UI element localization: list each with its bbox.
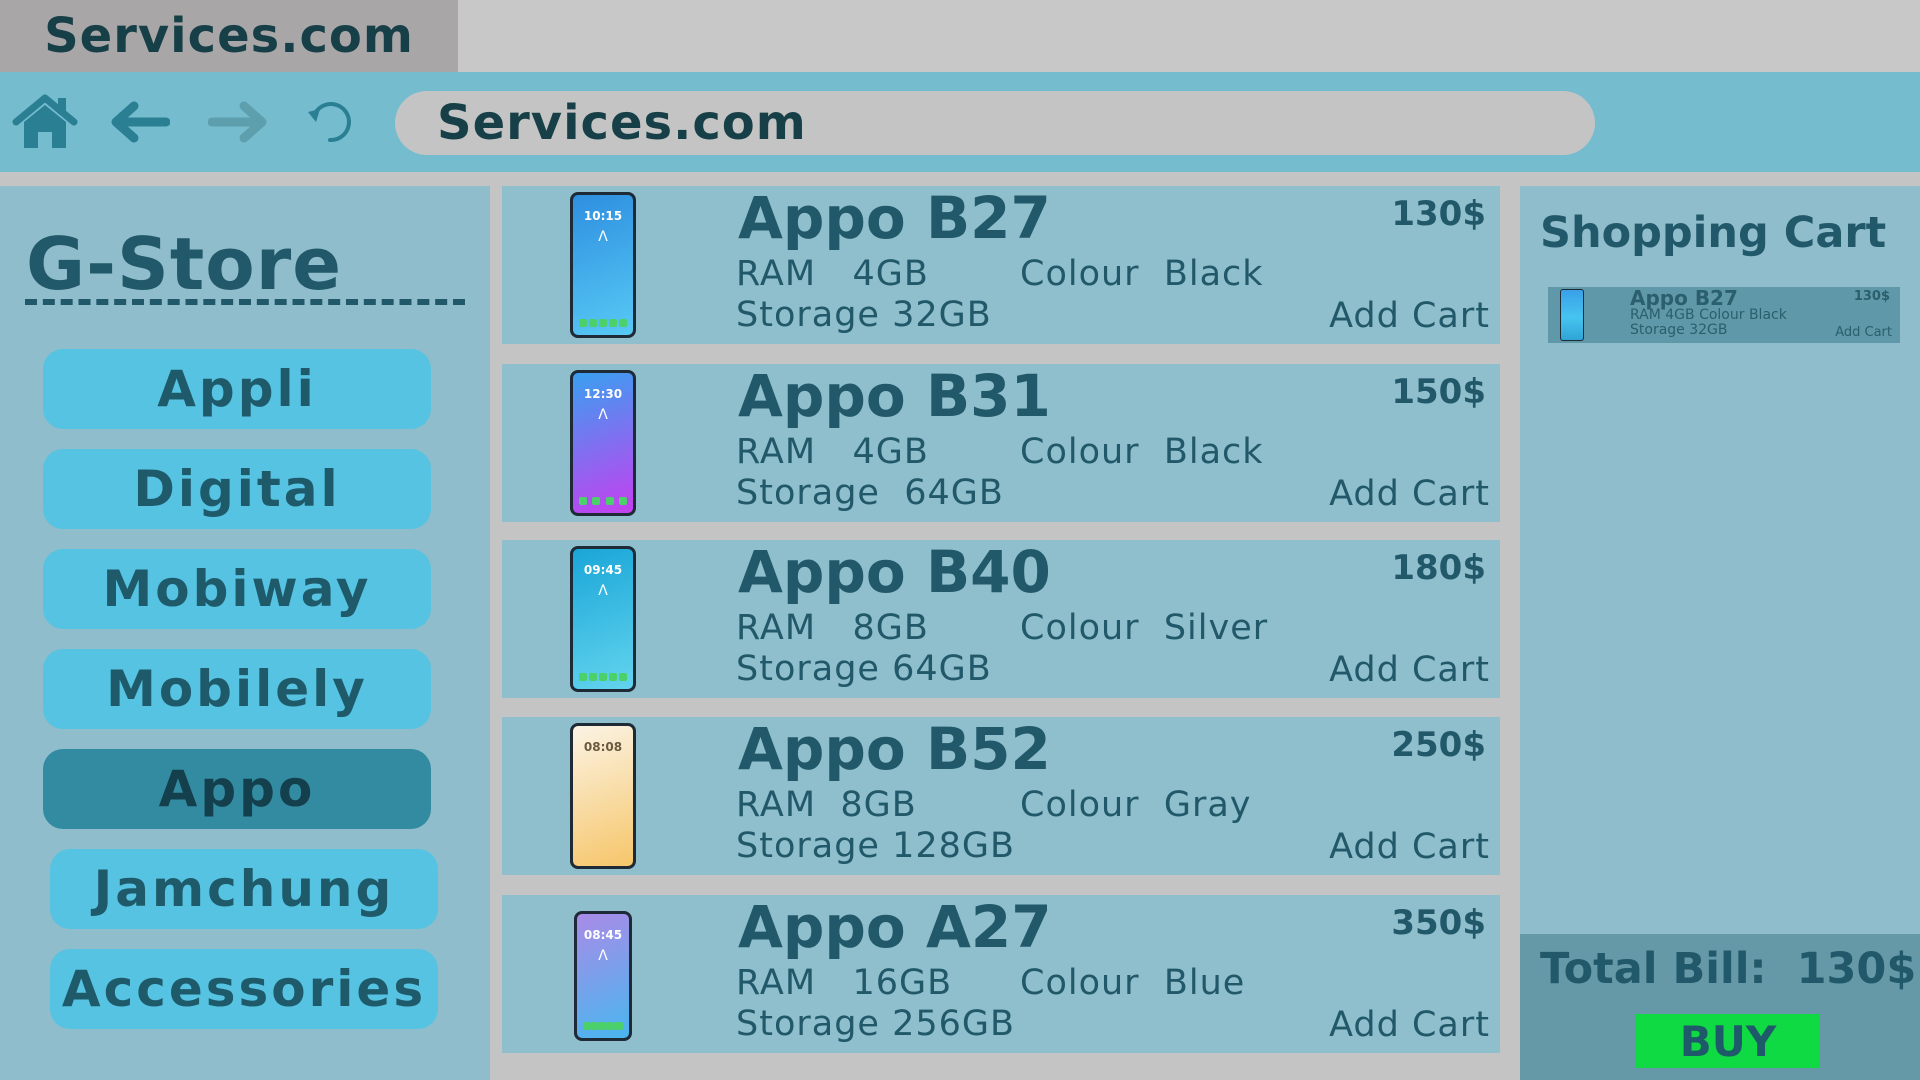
add-cart-button[interactable]: Add Cart	[1329, 1005, 1490, 1045]
phone-screen-time: 09:45	[583, 563, 623, 577]
total-bill: Total Bill: 130$	[1540, 944, 1916, 994]
product-card: 10:15 Λ Appo B27 RAM 4GB Colour Black St…	[502, 184, 1500, 344]
browser-tab[interactable]: Services.com	[0, 0, 458, 72]
product-price: 350$	[1391, 903, 1486, 943]
cart-item-phone-image	[1560, 289, 1584, 341]
reload-icon[interactable]	[295, 94, 365, 150]
product-ram: RAM 8GB	[736, 608, 929, 648]
address-bar[interactable]: Services.com	[395, 91, 1595, 155]
category-label: Jamchung	[93, 860, 395, 918]
product-card: 08:08 Appo B52 RAM 8GB Colour Gray Stora…	[502, 715, 1500, 875]
product-colour: Colour Black	[1020, 432, 1264, 472]
bill-panel: Total Bill: 130$ BUY	[1520, 934, 1920, 1080]
phone-dock	[579, 319, 627, 329]
add-cart-button[interactable]: Add Cart	[1329, 474, 1490, 514]
buy-button[interactable]: BUY	[1636, 1014, 1820, 1068]
product-card: 12:30 Λ Appo B31 RAM 4GB Colour Black St…	[502, 362, 1500, 522]
add-cart-button[interactable]: Add Cart	[1329, 296, 1490, 336]
product-price: 150$	[1391, 372, 1486, 412]
category-label: Digital	[133, 460, 341, 518]
phone-dock	[579, 673, 627, 683]
phone-image: 09:45 Λ	[570, 546, 636, 692]
category-label: Mobilely	[106, 660, 368, 718]
product-ram: RAM 4GB	[736, 254, 929, 294]
product-ram: RAM 4GB	[736, 432, 929, 472]
add-cart-button[interactable]: Add Cart	[1329, 650, 1490, 690]
back-arrow-icon[interactable]	[105, 94, 175, 150]
product-price: 250$	[1391, 725, 1486, 765]
phone-dock	[579, 497, 627, 507]
phone-logo-icon: Λ	[598, 583, 608, 599]
store-brand: G-Store	[26, 222, 466, 306]
cart-item[interactable]: Appo B27 RAM 4GB Colour Black Storage 32…	[1548, 286, 1900, 343]
phone-image: 10:15 Λ	[570, 192, 636, 338]
phone-screen-time: 08:08	[583, 740, 623, 754]
phone-screen-time: 10:15	[583, 209, 623, 223]
product-storage: Storage 64GB	[736, 649, 992, 689]
product-name: Appo B52	[738, 715, 1051, 783]
phone-screen-time: 08:45	[583, 928, 623, 942]
phone-logo-icon: Λ	[598, 407, 608, 423]
category-jamchung[interactable]: Jamchung	[50, 849, 438, 929]
phone-screen-time: 12:30	[583, 387, 623, 401]
product-card: 09:45 Λ Appo B40 RAM 8GB Colour Silver S…	[502, 538, 1500, 698]
product-ram: RAM 16GB	[736, 963, 953, 1003]
product-storage: Storage 64GB	[736, 473, 1004, 513]
phone-image: 08:08	[570, 723, 636, 869]
address-text: Services.com	[437, 95, 807, 151]
cart-item-spec: RAM 4GB Colour Black	[1630, 307, 1787, 323]
category-label: Appli	[157, 360, 317, 418]
product-colour: Colour Gray	[1020, 785, 1252, 825]
category-label: Appo	[158, 760, 316, 818]
product-price: 130$	[1391, 194, 1486, 234]
buy-label: BUY	[1679, 1016, 1777, 1066]
product-storage: Storage 256GB	[736, 1004, 1016, 1044]
total-value: 130$	[1796, 944, 1917, 994]
phone-logo-icon: Λ	[598, 948, 608, 964]
tab-strip: Services.com	[0, 0, 1920, 72]
cart-item-price: 130$	[1853, 289, 1890, 304]
category-appli[interactable]: Appli	[43, 349, 431, 429]
product-name: Appo B31	[738, 362, 1051, 430]
store-name: G-Store	[26, 222, 343, 306]
product-name: Appo A27	[738, 893, 1052, 961]
phone-dock	[583, 1022, 623, 1032]
cart-item-add-label: Add Cart	[1835, 325, 1892, 340]
product-colour: Colour Silver	[1020, 608, 1269, 648]
product-storage: Storage 32GB	[736, 295, 992, 335]
product-price: 180$	[1391, 548, 1486, 588]
phone-image: 08:45 Λ	[574, 911, 632, 1041]
total-label: Total Bill:	[1540, 944, 1767, 994]
category-accessories[interactable]: Accessories	[50, 949, 438, 1029]
category-sidebar: G-Store Appli Digital Mobiway Mobilely A…	[0, 186, 490, 1080]
product-name: Appo B27	[738, 184, 1051, 252]
cart-title: Shopping Cart	[1540, 208, 1887, 258]
phone-dock	[579, 850, 627, 860]
forward-arrow-icon[interactable]	[203, 94, 273, 150]
category-digital[interactable]: Digital	[43, 449, 431, 529]
product-card: 08:45 Λ Appo A27 RAM 16GB Colour Blue St…	[502, 893, 1500, 1053]
shopping-cart-panel: Shopping Cart Appo B27 RAM 4GB Colour Bl…	[1520, 186, 1920, 934]
phone-image: 12:30 Λ	[570, 370, 636, 516]
product-colour: Colour Black	[1020, 254, 1264, 294]
category-mobilely[interactable]: Mobilely	[43, 649, 431, 729]
product-ram: RAM 8GB	[736, 785, 917, 825]
category-mobiway[interactable]: Mobiway	[43, 549, 431, 629]
category-label: Mobiway	[102, 560, 372, 618]
product-colour: Colour Blue	[1020, 963, 1246, 1003]
product-storage: Storage 128GB	[736, 826, 1016, 866]
phone-logo-icon: Λ	[598, 229, 608, 245]
product-name: Appo B40	[738, 538, 1051, 606]
category-appo[interactable]: Appo	[43, 749, 431, 829]
home-icon[interactable]	[10, 94, 80, 150]
cart-item-storage: Storage 32GB	[1630, 322, 1728, 338]
navigation-bar: Services.com	[0, 72, 1920, 172]
tab-title: Services.com	[44, 8, 414, 64]
brand-underline	[25, 299, 465, 305]
add-cart-button[interactable]: Add Cart	[1329, 827, 1490, 867]
category-label: Accessories	[61, 960, 427, 1018]
